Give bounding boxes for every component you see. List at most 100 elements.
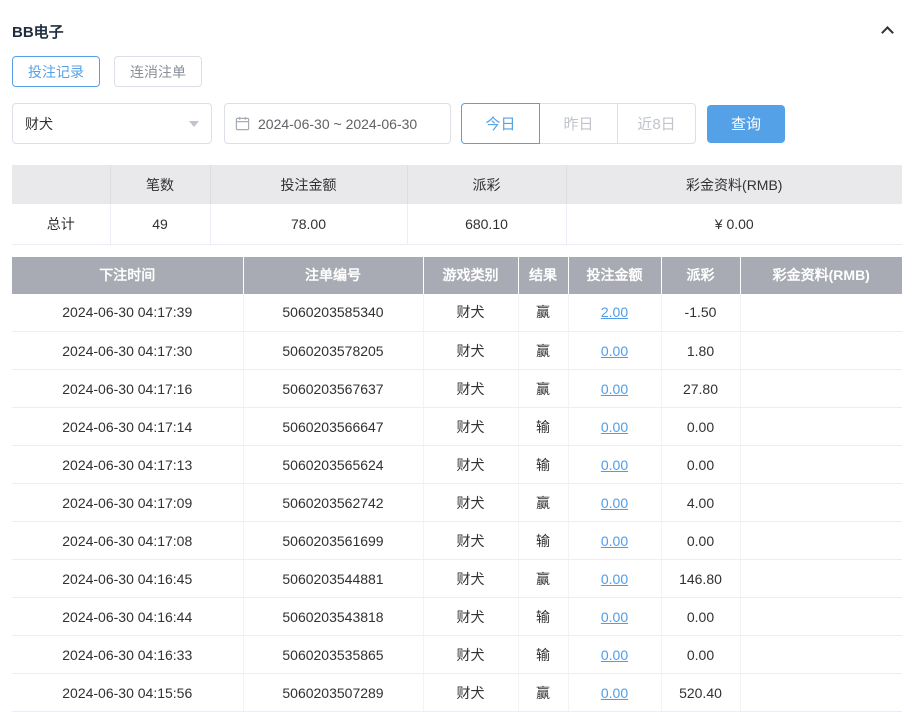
table-row: 2024-06-30 04:17:395060203585340财犬赢2.00-… [12, 294, 902, 332]
table-row: 2024-06-30 04:17:095060203562742财犬赢0.004… [12, 484, 902, 522]
collapse-panel-button[interactable] [883, 23, 902, 40]
summary-header-bonus: 彩金资料(RMB) [566, 165, 902, 204]
cell-result: 输 [518, 598, 568, 636]
cell-order-no: 5060203543818 [243, 598, 423, 636]
cell-result: 赢 [518, 674, 568, 712]
tab-bet-records[interactable]: 投注记录 [12, 56, 100, 87]
cell-game-type: 财犬 [423, 636, 518, 674]
cell-game-type: 财犬 [423, 674, 518, 712]
cell-bet-time: 2024-06-30 04:15:56 [12, 674, 243, 712]
record-tabs: 投注记录 连消注单 [12, 56, 902, 87]
cell-game-type: 财犬 [423, 484, 518, 522]
summary-header-count: 笔数 [110, 165, 210, 204]
bet-amount-link[interactable]: 0.00 [601, 647, 628, 663]
cell-order-no: 5060203561699 [243, 522, 423, 560]
cell-game-type: 财犬 [423, 408, 518, 446]
bet-amount-link[interactable]: 0.00 [601, 533, 628, 549]
cell-result: 输 [518, 408, 568, 446]
bet-amount-link[interactable]: 0.00 [601, 343, 628, 359]
date-range-input[interactable]: 2024-06-30 ~ 2024-06-30 [224, 103, 451, 144]
quick-range-today[interactable]: 今日 [461, 103, 540, 144]
cell-bet-amount: 0.00 [568, 484, 661, 522]
cell-bet-amount: 0.00 [568, 446, 661, 484]
bet-amount-link[interactable]: 0.00 [601, 685, 628, 701]
cell-game-type: 财犬 [423, 598, 518, 636]
quick-range-group: 今日 昨日 近8日 [461, 103, 696, 144]
filter-bar: 财犬 2024-06-30 ~ 2024-06-30 今日 昨日 近8日 查询 [12, 103, 902, 144]
cell-game-type: 财犬 [423, 332, 518, 370]
header-payout: 派彩 [661, 257, 740, 294]
cell-payout: 520.40 [661, 674, 740, 712]
cell-bet-time: 2024-06-30 04:16:33 [12, 636, 243, 674]
summary-header-row: 笔数 投注金额 派彩 彩金资料(RMB) [12, 165, 902, 204]
game-select-value: 财犬 [25, 114, 53, 134]
cell-bet-amount: 0.00 [568, 674, 661, 712]
cell-bet-amount: 0.00 [568, 332, 661, 370]
bet-amount-link[interactable]: 0.00 [601, 457, 628, 473]
game-select[interactable]: 财犬 [12, 103, 212, 144]
cell-order-no: 5060203562742 [243, 484, 423, 522]
quick-range-last8days[interactable]: 近8日 [617, 103, 696, 144]
header-bet-amount: 投注金额 [568, 257, 661, 294]
cell-order-no: 5060203566647 [243, 408, 423, 446]
cell-bet-time: 2024-06-30 04:17:16 [12, 370, 243, 408]
cell-payout: 146.80 [661, 560, 740, 598]
page-title: BB电子 [12, 21, 64, 42]
cell-result: 输 [518, 446, 568, 484]
tab-cancelled-orders[interactable]: 连消注单 [114, 56, 202, 87]
cell-result: 赢 [518, 294, 568, 332]
bet-amount-link[interactable]: 0.00 [601, 381, 628, 397]
bet-amount-link[interactable]: 0.00 [601, 609, 628, 625]
summary-bonus-value: ¥ 0.00 [566, 204, 902, 244]
table-header-row: 下注时间 注单编号 游戏类别 结果 投注金额 派彩 彩金资料(RMB) [12, 257, 902, 294]
cell-game-type: 财犬 [423, 522, 518, 560]
table-row: 2024-06-30 04:17:085060203561699财犬输0.000… [12, 522, 902, 560]
table-row: 2024-06-30 04:17:305060203578205财犬赢0.001… [12, 332, 902, 370]
header-game-type: 游戏类别 [423, 257, 518, 294]
cell-game-type: 财犬 [423, 560, 518, 598]
cell-bet-amount: 0.00 [568, 636, 661, 674]
cell-bet-time: 2024-06-30 04:17:14 [12, 408, 243, 446]
bet-amount-link[interactable]: 0.00 [601, 419, 628, 435]
cell-bet-time: 2024-06-30 04:17:09 [12, 484, 243, 522]
cell-payout: 0.00 [661, 636, 740, 674]
cell-bonus [740, 294, 902, 332]
bet-amount-link[interactable]: 2.00 [601, 304, 628, 320]
bet-records-table: 下注时间 注单编号 游戏类别 结果 投注金额 派彩 彩金资料(RMB) 2024… [12, 257, 902, 712]
cell-bonus [740, 332, 902, 370]
bb-games-panel: BB电子 投注记录 连消注单 财犬 2024-06-30 ~ 2024-06-3… [0, 0, 914, 712]
cell-bet-amount: 0.00 [568, 522, 661, 560]
cell-game-type: 财犬 [423, 446, 518, 484]
cell-order-no: 5060203567637 [243, 370, 423, 408]
cell-bonus [740, 484, 902, 522]
cell-bet-time: 2024-06-30 04:17:39 [12, 294, 243, 332]
bet-amount-link[interactable]: 0.00 [601, 495, 628, 511]
cell-order-no: 5060203544881 [243, 560, 423, 598]
summary-header-payout: 派彩 [407, 165, 566, 204]
cell-order-no: 5060203565624 [243, 446, 423, 484]
search-button[interactable]: 查询 [707, 105, 785, 143]
cell-bet-amount: 0.00 [568, 370, 661, 408]
table-row: 2024-06-30 04:15:565060203507289财犬赢0.005… [12, 674, 902, 712]
cell-game-type: 财犬 [423, 294, 518, 332]
summary-bet-amount-value: 78.00 [210, 204, 407, 244]
header-bonus: 彩金资料(RMB) [740, 257, 902, 294]
table-row: 2024-06-30 04:16:335060203535865财犬输 0.00 0… [12, 636, 902, 674]
cell-bonus [740, 598, 902, 636]
summary-total-row: 总计 49 78.00 680.10 ¥ 0.00 [12, 204, 902, 244]
cell-result: 输 [518, 636, 568, 674]
table-row: 2024-06-30 04:17:165060203567637财犬赢0.002… [12, 370, 902, 408]
bet-amount-link[interactable]: 0.00 [601, 571, 628, 587]
chevron-up-icon [881, 26, 894, 39]
bet-table-body: 2024-06-30 04:17:395060203585340财犬赢2.00-… [12, 294, 902, 712]
cell-bonus [740, 674, 902, 712]
cell-order-no: 5060203535865 [243, 636, 423, 674]
header-bet-time: 下注时间 [12, 257, 243, 294]
cell-bonus [740, 408, 902, 446]
cell-payout: 27.80 [661, 370, 740, 408]
cell-bet-time: 2024-06-30 04:17:08 [12, 522, 243, 560]
cell-bonus [740, 522, 902, 560]
cell-payout: -1.50 [661, 294, 740, 332]
cell-bet-amount: 2.00 [568, 294, 661, 332]
quick-range-yesterday[interactable]: 昨日 [539, 103, 618, 144]
